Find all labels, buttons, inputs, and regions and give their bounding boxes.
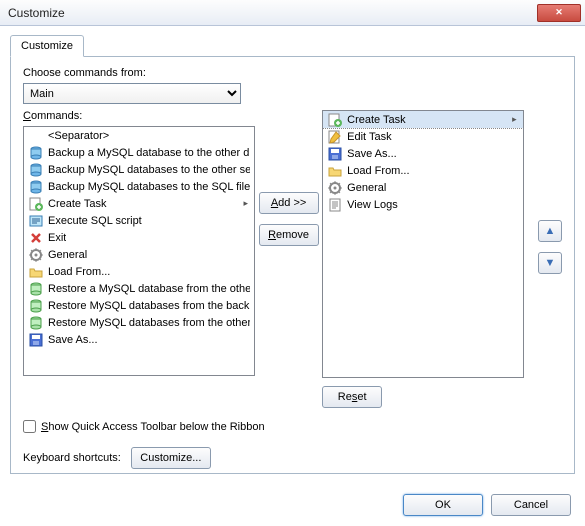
list-item[interactable]: Backup a MySQL database to the other d — [24, 144, 254, 161]
restore-icon — [28, 315, 44, 331]
list-item[interactable]: Load From... — [323, 162, 522, 179]
db-icon — [28, 179, 44, 195]
list-item[interactable]: General — [323, 179, 522, 196]
list-item[interactable]: Save As... — [323, 145, 522, 162]
list-item-label: General — [347, 182, 386, 194]
add-button[interactable]: Add >> — [259, 192, 319, 214]
list-item[interactable]: Restore MySQL databases from the backu — [24, 297, 254, 314]
list-item[interactable]: Create Task ▸ — [24, 195, 254, 212]
list-item-label: Edit Task — [347, 131, 391, 143]
customize-shortcuts-button[interactable]: Customize... — [131, 447, 211, 469]
list-item[interactable]: Edit Task — [323, 128, 522, 145]
list-item-label: <Separator> — [48, 130, 109, 142]
list-item-label: Create Task — [48, 198, 107, 210]
list-item[interactable]: Create Task ▸ — [323, 111, 522, 128]
restore-icon — [28, 281, 44, 297]
list-item-label: Create Task — [347, 114, 406, 126]
list-item-label: View Logs — [347, 199, 398, 211]
list-item-label: Backup MySQL databases to the SQL file — [48, 181, 250, 193]
list-item-label: Exit — [48, 232, 66, 244]
list-item-label: Restore MySQL databases from the other — [48, 317, 250, 329]
triangle-up-icon: ▲ — [545, 225, 556, 237]
list-item[interactable]: Save As... — [24, 331, 254, 348]
titlebar: Customize ✕ — [0, 0, 585, 26]
list-item[interactable]: Backup MySQL databases to the other se — [24, 161, 254, 178]
blank-icon — [28, 128, 44, 144]
save-icon — [28, 332, 44, 348]
list-item[interactable]: <Separator> — [24, 127, 254, 144]
tab-content: Choose commands from: Main Commands: <Se… — [10, 56, 575, 474]
reset-button[interactable]: Reset — [322, 386, 382, 408]
list-item[interactable]: Restore a MySQL database from the other — [24, 280, 254, 297]
list-item-label: Load From... — [48, 266, 110, 278]
close-button[interactable]: ✕ — [537, 4, 581, 22]
toolbar-listbox[interactable]: Create Task ▸ Edit Task Save As... Load From… — [322, 110, 523, 378]
tab-customize[interactable]: Customize — [10, 35, 84, 57]
gear-icon — [28, 247, 44, 263]
move-up-button[interactable]: ▲ — [538, 220, 562, 242]
folder-icon — [28, 264, 44, 280]
list-item[interactable]: Restore MySQL databases from the other — [24, 314, 254, 331]
commands-listbox[interactable]: <Separator> Backup a MySQL database to th… — [23, 126, 255, 376]
list-item[interactable]: Execute SQL script — [24, 212, 254, 229]
show-qat-below-checkbox[interactable] — [23, 420, 36, 433]
move-down-button[interactable]: ▼ — [538, 252, 562, 274]
save-icon — [327, 146, 343, 162]
list-item[interactable]: View Logs — [323, 196, 522, 213]
window-title: Customize — [8, 6, 537, 20]
close-icon: ✕ — [555, 7, 563, 18]
chevron-right-icon: ▸ — [243, 198, 250, 209]
edit-icon — [327, 129, 343, 145]
gear-icon — [327, 180, 343, 196]
log-icon — [327, 197, 343, 213]
list-item[interactable]: Backup MySQL databases to the SQL file — [24, 178, 254, 195]
list-item-label: Backup a MySQL database to the other d — [48, 147, 249, 159]
remove-button[interactable]: Remove — [259, 224, 319, 246]
list-item-label: Restore MySQL databases from the backu — [48, 300, 250, 312]
list-item-label: Restore a MySQL database from the other — [48, 283, 250, 295]
list-item-label: Backup MySQL databases to the other se — [48, 164, 250, 176]
folder-icon — [327, 163, 343, 179]
sql-icon — [28, 213, 44, 229]
list-item[interactable]: General — [24, 246, 254, 263]
tab-strip: Customize — [0, 26, 585, 56]
list-item-label: Save As... — [48, 334, 98, 346]
ok-button[interactable]: OK — [403, 494, 483, 516]
list-item-label: Load From... — [347, 165, 409, 177]
list-item-label: General — [48, 249, 87, 261]
choose-commands-label: Choose commands from: — [23, 67, 562, 79]
commands-label: Commands: — [23, 110, 255, 122]
list-item-label: Save As... — [347, 148, 397, 160]
cancel-button[interactable]: Cancel — [491, 494, 571, 516]
list-item[interactable]: Exit — [24, 229, 254, 246]
create-icon — [28, 196, 44, 212]
exit-icon — [28, 230, 44, 246]
create-icon — [327, 112, 343, 128]
show-qat-label: Show Quick Access Toolbar below the Ribb… — [41, 421, 265, 433]
db-icon — [28, 162, 44, 178]
keyboard-shortcuts-label: Keyboard shortcuts: — [23, 452, 121, 464]
restore-icon — [28, 298, 44, 314]
chevron-right-icon: ▸ — [512, 114, 519, 125]
list-item-label: Execute SQL script — [48, 215, 142, 227]
list-item[interactable]: Load From... — [24, 263, 254, 280]
triangle-down-icon: ▼ — [545, 257, 556, 269]
commands-source-combo[interactable]: Main — [23, 83, 241, 104]
db-icon — [28, 145, 44, 161]
